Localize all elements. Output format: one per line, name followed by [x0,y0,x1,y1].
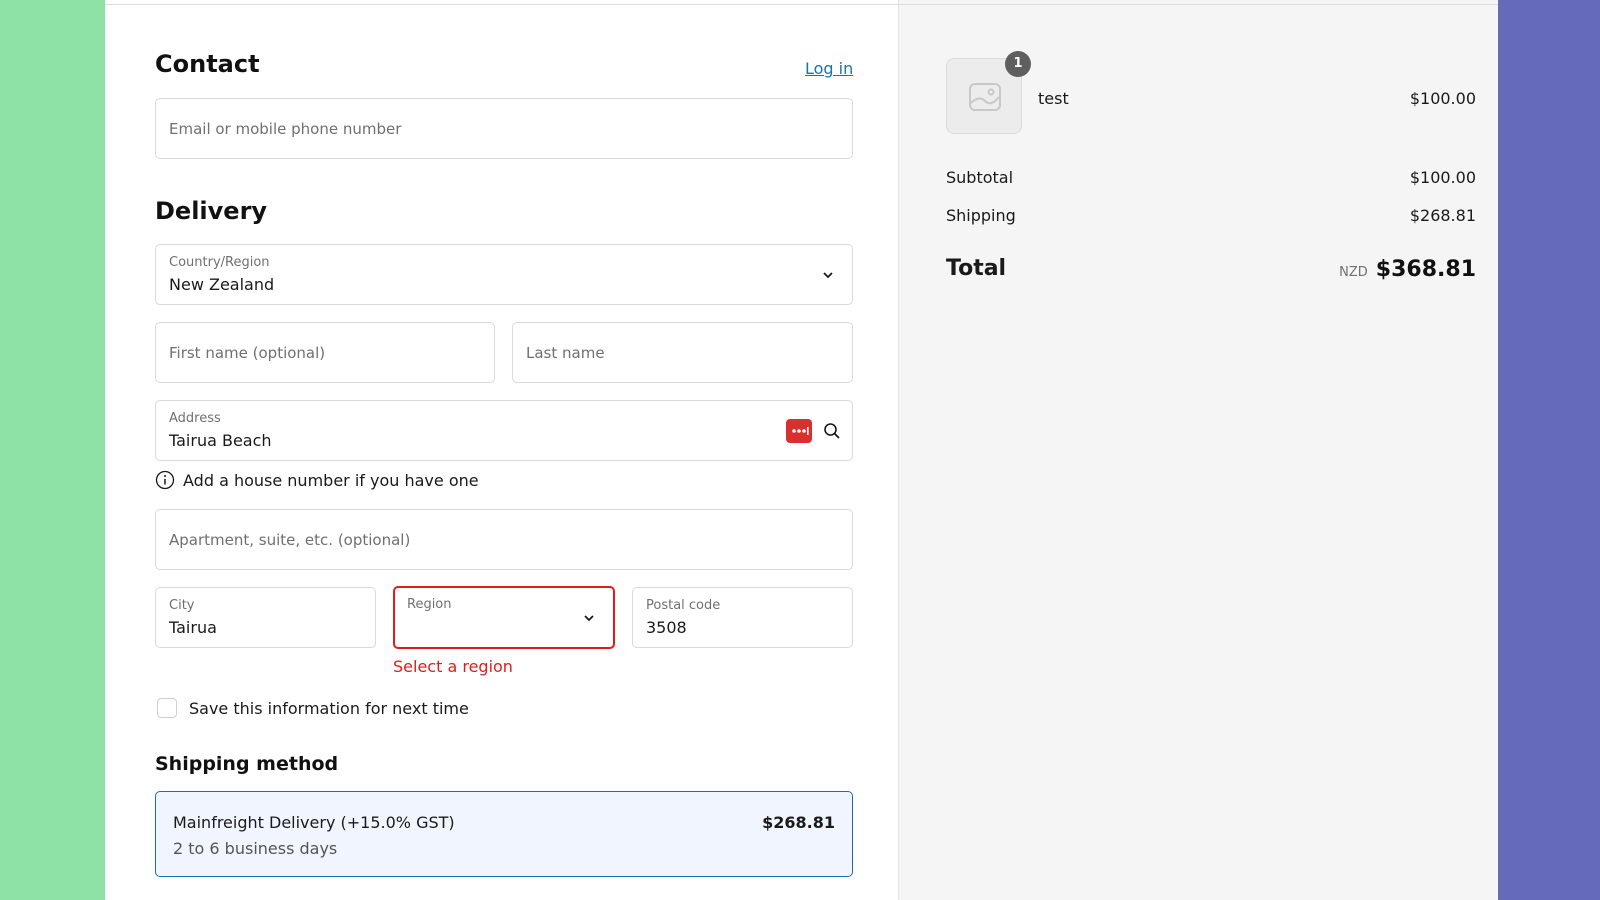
country-label: Country/Region [169,255,270,270]
address-value: Tairua Beach [169,431,272,450]
postal-code-field[interactable]: Postal code 3508 [632,587,853,648]
shipping-label: Shipping [946,206,1016,225]
address-field[interactable]: Address Tairua Beach [155,400,853,461]
address-label: Address [169,411,221,426]
product-price: $100.00 [1409,89,1476,108]
total-value: $368.81 [1375,257,1476,282]
city-field[interactable]: City Tairua [155,587,376,648]
subtotal-label: Subtotal [946,168,1014,187]
city-label: City [169,598,195,613]
chevron-down-icon [584,614,594,621]
login-link[interactable]: Log in [805,59,853,78]
shipping-option-price: $268.81 [762,813,835,832]
total-label: Total [946,256,1007,281]
image-placeholder-icon [969,83,1001,111]
last-name-field[interactable]: Last name [512,322,853,383]
address-hint: Add a house number if you have one [155,470,479,490]
shipping-method-heading: Shipping method [155,753,339,775]
region-error: Select a region [393,657,513,676]
last-name-placeholder: Last name [526,343,605,362]
delivery-heading: Delivery [155,197,268,225]
shipping-option-days: 2 to 6 business days [173,839,338,858]
first-name-placeholder: First name (optional) [169,343,326,362]
postal-label: Postal code [646,598,721,613]
address-hint-text: Add a house number if you have one [183,470,479,490]
password-manager-icon[interactable] [786,419,812,443]
subtotal-value: $100.00 [1409,168,1476,187]
save-info-label: Save this information for next time [189,699,469,718]
save-info-checkbox[interactable] [157,698,177,718]
region-select[interactable]: Region [393,586,615,649]
order-summary: 1 test $100.00 Subtotal $100.00 Shipping… [898,0,1498,900]
city-value: Tairua [169,618,217,637]
shipping-option[interactable]: Mainfreight Delivery (+15.0% GST) 2 to 6… [155,791,853,877]
left-background [0,0,105,900]
apartment-field[interactable]: Apartment, suite, etc. (optional) [155,509,853,570]
shipping-option-name: Mainfreight Delivery (+15.0% GST) [173,813,455,832]
shipping-value: $268.81 [1409,206,1476,225]
country-select[interactable]: Country/Region New Zealand [155,244,853,305]
apartment-placeholder: Apartment, suite, etc. (optional) [169,530,411,549]
region-label: Region [407,597,452,612]
top-divider [105,0,1498,5]
email-field[interactable]: Email or mobile phone number [155,98,853,159]
chevron-down-icon [823,271,833,278]
right-background [1498,0,1600,900]
quantity-badge: 1 [1005,51,1031,77]
checkout-form: Contact Log in Email or mobile phone num… [105,0,898,900]
product-name: test [1038,89,1069,108]
search-icon[interactable] [823,422,841,440]
country-value: New Zealand [169,275,275,294]
email-placeholder: Email or mobile phone number [169,119,402,138]
postal-value: 3508 [646,618,687,637]
first-name-field[interactable]: First name (optional) [155,322,495,383]
total-amount: NZD $368.81 [1339,257,1476,282]
contact-heading: Contact [155,50,260,78]
info-icon [155,470,175,490]
currency-code: NZD [1339,265,1368,280]
